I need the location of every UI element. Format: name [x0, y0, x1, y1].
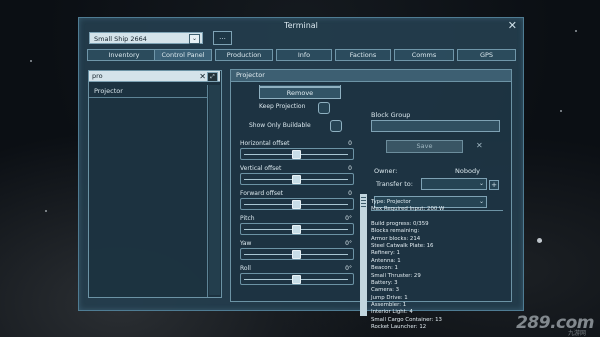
info-line: Refinery: 1 — [371, 250, 400, 257]
slider-value: 0 — [348, 140, 352, 147]
slider-label: Horizontal offset — [240, 140, 290, 147]
owner-value: Nobody — [455, 167, 480, 175]
info-line: Small Cargo Container: 13 — [371, 316, 442, 323]
info-line: Camera: 3 — [371, 287, 400, 294]
block-list-scrollbar[interactable] — [209, 85, 220, 295]
search-input[interactable]: pro ✕ ⤢ — [89, 71, 220, 82]
slider-value: 0° — [345, 215, 352, 222]
remove-button[interactable]: Remove — [259, 87, 341, 99]
info-line: Assembler: 1 — [371, 302, 407, 309]
info-line: Antenna: 1 — [371, 257, 401, 264]
filter-icon[interactable]: ⤢ — [207, 72, 218, 82]
add-icon[interactable]: + — [489, 180, 499, 190]
star — [560, 110, 562, 112]
slider-value: 0 — [348, 190, 352, 197]
detailed-info: Type: Projector Max Required Input: 200 … — [371, 199, 531, 332]
slider-label: Pitch — [240, 215, 255, 222]
info-line: Blocks remaining: — [371, 228, 420, 235]
block-group-label: Block Group — [371, 111, 411, 119]
settings-column: Remove Keep Projection Show Only Buildab… — [234, 85, 363, 297]
close-icon[interactable]: ✕ — [508, 19, 517, 33]
transfer-label: Transfer to: — [376, 180, 413, 188]
tab-control-panel[interactable]: Control Panel — [154, 49, 212, 61]
slider-label: Roll — [240, 265, 251, 272]
watermark-subtext: 九游网 — [567, 330, 586, 337]
info-line: Max Required Input: 200 W — [371, 206, 445, 213]
block-list-panel: pro ✕ ⤢ Projector — [88, 70, 222, 298]
clear-search-icon[interactable]: ✕ — [199, 71, 206, 82]
scroll-grip — [361, 203, 366, 204]
keep-projection-checkbox[interactable] — [318, 102, 330, 114]
star — [45, 210, 47, 212]
slider-value: 0° — [345, 265, 352, 272]
ship-select[interactable]: Small Ship 2664 ⌄ — [89, 32, 203, 44]
chevron-down-icon[interactable]: ⌄ — [189, 34, 200, 44]
slider-label: Forward offset — [240, 190, 284, 197]
slider-value: 0 — [348, 165, 352, 172]
owner-label: Owner: — [374, 167, 398, 175]
tab-inventory[interactable]: Inventory — [87, 49, 161, 61]
info-line: Rocket Launcher: 12 — [371, 324, 427, 331]
transfer-dropdown[interactable]: ⌄ — [421, 178, 487, 190]
slider-value: 0° — [345, 240, 352, 247]
tab-comms[interactable]: Comms — [394, 49, 454, 61]
info-line: Small Thruster: 29 — [371, 272, 421, 279]
star — [30, 60, 32, 62]
slider-thumb[interactable] — [292, 225, 301, 234]
block-group-input[interactable] — [371, 120, 500, 132]
slider-thumb[interactable] — [292, 250, 301, 259]
show-only-buildable-label: Show Only Buildable — [249, 122, 311, 129]
info-line: Build progress: 0/359 — [371, 220, 429, 227]
list-item[interactable]: Projector — [89, 85, 207, 98]
scroll-grip — [361, 197, 366, 198]
ship-options-button[interactable]: ... — [213, 31, 232, 45]
search-value: pro — [92, 72, 103, 80]
info-line: Interior Light: 4 — [371, 309, 413, 316]
info-line: Armor blocks: 214 — [371, 235, 421, 242]
slider-thumb[interactable] — [292, 175, 301, 184]
tab-gps[interactable]: GPS — [457, 49, 516, 61]
ship-select-value: Small Ship 2664 — [94, 35, 147, 43]
scroll-grip — [361, 206, 366, 207]
scroll-grip — [361, 200, 366, 201]
info-line: Battery: 3 — [371, 279, 398, 286]
slider-thumb[interactable] — [292, 200, 301, 209]
slider-thumb[interactable] — [292, 150, 301, 159]
tab-production[interactable]: Production — [215, 49, 273, 61]
show-only-buildable-checkbox[interactable] — [330, 120, 342, 132]
info-line: Steel Catwalk Plate: 16 — [371, 242, 434, 249]
asteroid — [537, 238, 542, 243]
cancel-icon[interactable]: ✕ — [476, 140, 483, 151]
slider-label: Yaw — [240, 240, 252, 247]
keep-projection-label: Keep Projection — [259, 103, 306, 110]
slider-thumb[interactable] — [292, 275, 301, 284]
slider-label: Vertical offset — [240, 165, 282, 172]
save-button[interactable]: Save — [386, 140, 463, 153]
tab-info[interactable]: Info — [276, 49, 332, 61]
block-list: Projector — [89, 85, 208, 297]
panel-title: Projector — [231, 70, 511, 82]
chevron-down-icon: ⌄ — [478, 180, 484, 187]
info-line: Type: Projector — [371, 199, 411, 205]
star — [575, 30, 577, 32]
settings-scrollbar[interactable] — [360, 194, 367, 316]
info-line: Beacon: 1 — [371, 265, 398, 272]
info-line: Jump Drive: 1 — [371, 294, 408, 301]
tab-factions[interactable]: Factions — [335, 49, 391, 61]
